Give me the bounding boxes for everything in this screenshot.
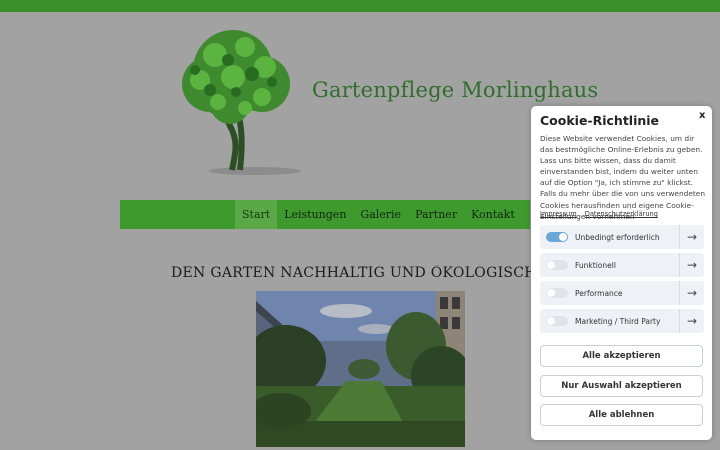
top-color-bar (0, 0, 720, 12)
cookie-dialog-title: Cookie-Richtlinie (540, 113, 660, 128)
accept-selection-button[interactable]: Nur Auswahl akzeptieren (540, 375, 703, 397)
garden-photo (256, 291, 465, 447)
cookie-dialog: Cookie-Richtlinie x Diese Website verwen… (531, 106, 712, 440)
tree-logo[interactable] (170, 22, 320, 182)
arrow-right-icon[interactable]: → (679, 309, 704, 333)
reject-all-button[interactable]: Alle ablehnen (540, 404, 703, 426)
arrow-right-icon[interactable]: → (679, 253, 704, 277)
toggle-marketing[interactable] (546, 316, 568, 326)
toggle-knob (547, 317, 555, 325)
main-navigation: Start Leistungen Galerie Partner Kontakt (120, 200, 530, 229)
nav-item-leistungen[interactable]: Leistungen (277, 200, 353, 229)
category-label: Funktionell (575, 260, 616, 270)
toggle-performance[interactable] (546, 288, 568, 298)
page-headline: DEN GARTEN NACHHALTIG UND ÖKOLOGISCH PFL… (171, 265, 531, 281)
toggle-functional[interactable] (546, 260, 568, 270)
category-label: Performance (575, 288, 623, 298)
toggle-knob (547, 289, 555, 297)
cookie-category-marketing[interactable]: Marketing / Third Party → (540, 309, 704, 333)
category-label: Unbedingt erforderlich (575, 232, 660, 242)
cookie-category-necessary[interactable]: Unbedingt erforderlich → (540, 225, 704, 249)
cookie-category-functional[interactable]: Funktionell → (540, 253, 704, 277)
datenschutz-link[interactable]: Datenschutzerklärung (585, 210, 658, 218)
toggle-necessary[interactable] (546, 232, 568, 242)
site-title: Gartenpflege Morlinghaus (312, 78, 599, 102)
nav-item-kontakt[interactable]: Kontakt (464, 200, 522, 229)
toggle-knob (547, 261, 555, 269)
category-label: Marketing / Third Party (575, 316, 661, 326)
accept-all-button[interactable]: Alle akzeptieren (540, 345, 703, 367)
nav-item-galerie[interactable]: Galerie (353, 200, 408, 229)
cookie-category-performance[interactable]: Performance → (540, 281, 704, 305)
toggle-knob (559, 233, 567, 241)
arrow-right-icon[interactable]: → (679, 281, 704, 305)
nav-item-partner[interactable]: Partner (408, 200, 464, 229)
close-icon[interactable]: x (699, 110, 705, 121)
nav-item-start[interactable]: Start (235, 200, 278, 229)
cookie-links: Impressum Datenschutzerklärung (540, 210, 664, 218)
arrow-right-icon[interactable]: → (679, 225, 704, 249)
impressum-link[interactable]: Impressum (540, 210, 577, 218)
cookie-description: Diese Website verwendet Cookies, um dir … (540, 134, 706, 221)
